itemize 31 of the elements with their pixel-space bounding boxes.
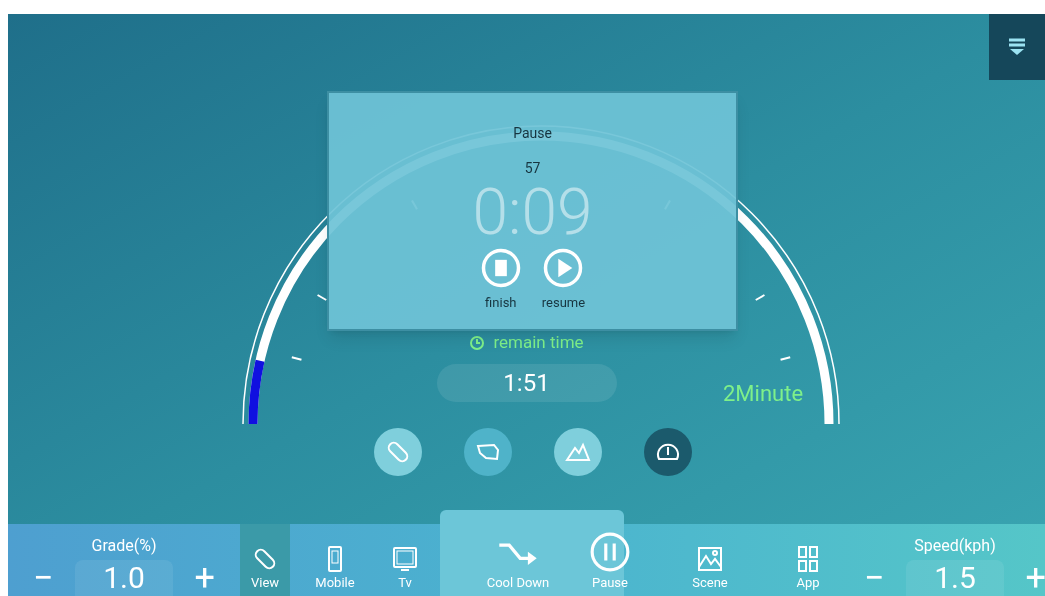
menu-button[interactable] — [989, 14, 1045, 80]
value-field[interactable]: 1.5 — [906, 560, 1004, 596]
menu-icon — [1007, 37, 1027, 57]
control-button[interactable]: Pause — [564, 524, 656, 596]
feature-button[interactable]: Scene — [680, 524, 740, 596]
increase-button[interactable]: + — [1015, 560, 1045, 596]
media-tab[interactable]: Mobile — [310, 524, 360, 596]
remain-time-display: 1:51 — [436, 363, 617, 402]
stepper-label: Grade(%) — [91, 536, 157, 556]
dialog-title: Pause — [513, 124, 552, 143]
increase-button[interactable]: + — [184, 560, 225, 596]
clock-icon — [469, 334, 486, 351]
play-icon — [542, 247, 585, 289]
value-field[interactable]: 1.0 — [75, 560, 173, 596]
gauge-max-label: 2Minute — [723, 380, 804, 408]
decrease-button[interactable]: − — [23, 560, 64, 596]
control-button[interactable]: Cool Down — [472, 524, 564, 596]
media-tab[interactable]: Tv — [380, 524, 430, 596]
elapsed-time: 0:09 — [472, 181, 593, 245]
dialog-action-button[interactable]: finish — [479, 247, 522, 313]
pause-icon — [589, 530, 631, 573]
picture-icon — [696, 544, 724, 573]
stepper-label: Speed(kph) — [914, 536, 996, 556]
decrease-button[interactable]: − — [854, 560, 895, 596]
dialog-action-button[interactable]: resume — [541, 247, 586, 313]
remain-time-label: remain time — [493, 331, 584, 354]
feature-button[interactable]: App — [778, 524, 838, 596]
countdown-number: 57 — [524, 159, 541, 178]
media-tab[interactable]: View — [240, 524, 290, 596]
monitor-icon — [391, 544, 419, 573]
stop-icon — [479, 247, 522, 289]
